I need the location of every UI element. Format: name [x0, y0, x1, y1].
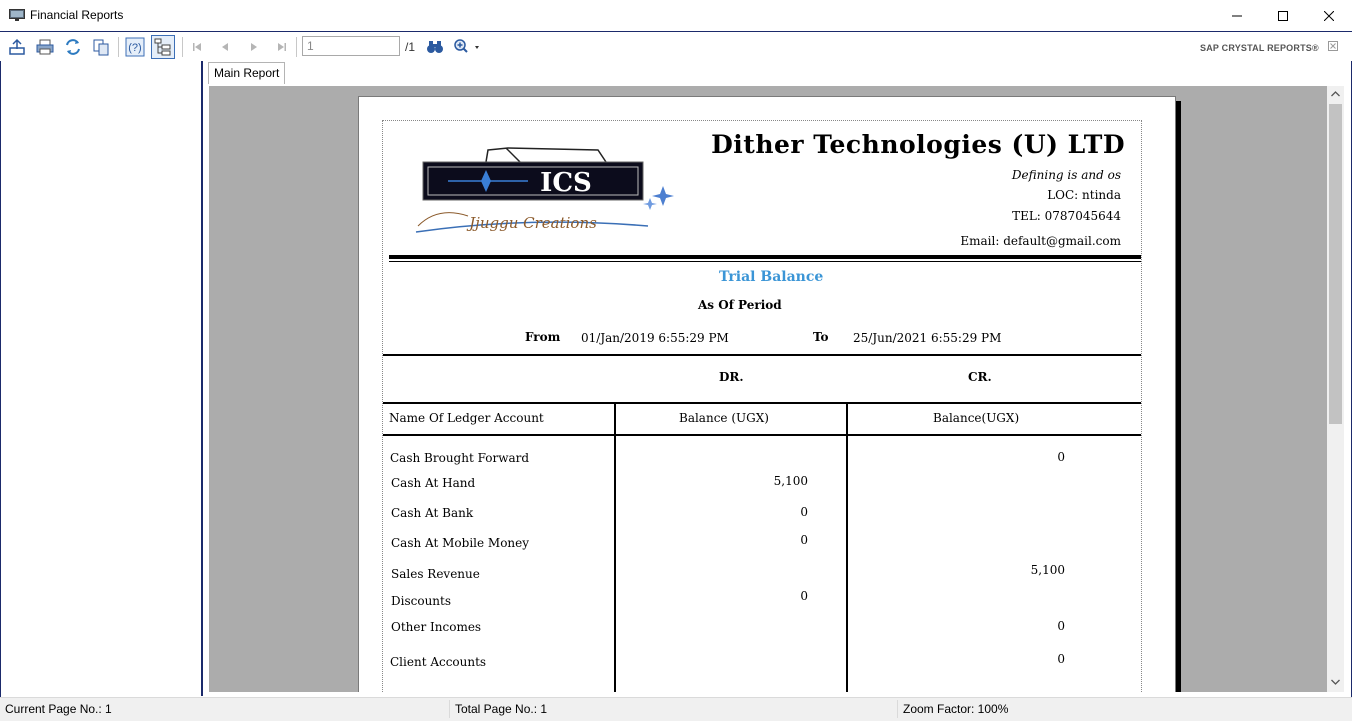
to-label: To	[813, 330, 829, 344]
row-account: Cash At Mobile Money	[391, 536, 530, 550]
report-viewport[interactable]: ICS Jjuggu Creations Dither Technologies…	[209, 86, 1327, 692]
group-tree-icon	[154, 38, 171, 56]
first-page-icon	[193, 43, 201, 51]
next-page-button[interactable]	[243, 36, 265, 58]
last-page-button[interactable]	[271, 36, 293, 58]
export-button[interactable]	[6, 36, 28, 58]
row-account: Cash Brought Forward	[390, 451, 530, 465]
header-rule-thin	[389, 261, 1141, 262]
column-header-cr: Balance(UGX)	[933, 411, 1020, 425]
refresh-icon	[66, 39, 80, 55]
cr-label: CR.	[968, 370, 992, 384]
scrollbar-thumb[interactable]	[1329, 104, 1342, 424]
from-label: From	[525, 330, 561, 344]
column-header-account: Name Of Ledger Account	[389, 411, 544, 425]
zoom-icon	[454, 39, 479, 53]
report-page: ICS Jjuggu Creations Dither Technologies…	[358, 96, 1176, 692]
status-bar: Current Page No.: 1 Total Page No.: 1 Zo…	[0, 697, 1352, 721]
row-cr: 0	[1057, 619, 1065, 633]
first-page-button[interactable]	[186, 36, 208, 58]
column-divider-dr	[614, 403, 616, 692]
report-subtitle: As Of Period	[698, 298, 782, 312]
row-cr: 5,100	[1030, 563, 1065, 577]
row-account: Sales Revenue	[391, 567, 480, 581]
from-value: 01/Jan/2019 6:55:29 PM	[581, 331, 729, 345]
maximize-icon	[1278, 10, 1288, 21]
company-motto: Defining is and os	[1011, 168, 1121, 182]
company-logo: ICS Jjuggu Creations	[415, 147, 674, 233]
scroll-down-icon[interactable]	[1331, 678, 1340, 686]
row-dr: 0	[800, 533, 808, 547]
report-title: Trial Balance	[719, 269, 824, 285]
row-account: Client Accounts	[390, 655, 487, 669]
page-number-input[interactable]	[302, 36, 400, 56]
company-tel: TEL: 0787045644	[1012, 209, 1121, 223]
minimize-button[interactable]	[1214, 0, 1260, 31]
row-dr: 5,100	[773, 474, 808, 488]
close-button[interactable]	[1306, 0, 1352, 31]
company-location: LOC: ntinda	[1047, 188, 1121, 202]
period-rule	[383, 354, 1141, 356]
binoculars-icon	[427, 41, 443, 53]
status-separator	[449, 700, 450, 718]
status-separator	[897, 700, 898, 718]
row-account: Other Incomes	[391, 620, 482, 634]
company-email: Email: default@gmail.com	[960, 234, 1121, 248]
column-divider-cr	[846, 403, 848, 692]
svg-text:(?): (?)	[128, 42, 141, 54]
logo-text: ICS	[540, 168, 592, 198]
close-icon	[1324, 10, 1334, 21]
help-button[interactable]: (?)	[124, 36, 146, 58]
last-page-icon	[278, 43, 286, 51]
dr-label: DR.	[719, 370, 744, 384]
page-total: /1	[405, 40, 416, 54]
prev-page-button[interactable]	[214, 36, 236, 58]
copy-icon	[93, 39, 109, 56]
report-body: ICS Jjuggu Creations Dither Technologies…	[382, 120, 1142, 692]
group-tree-panel[interactable]	[3, 61, 203, 696]
company-name: Dither Technologies (U) LTD	[711, 130, 1125, 159]
status-total-pages: Total Page No.: 1	[455, 702, 548, 716]
maximize-button[interactable]	[1260, 0, 1306, 31]
status-current-page: Current Page No.: 1	[5, 702, 112, 716]
zoom-dropdown-button[interactable]	[452, 36, 484, 58]
minimize-icon	[1232, 15, 1242, 16]
row-cr: 0	[1057, 652, 1065, 666]
logo-script: Jjuggu Creations	[466, 214, 597, 232]
monitor-icon	[9, 9, 25, 21]
to-value: 25/Jun/2021 6:55:29 PM	[853, 331, 1002, 345]
toolbar-separator	[296, 37, 297, 57]
column-header-dr: Balance (UGX)	[679, 411, 769, 425]
column-header-bottom-rule	[383, 434, 1141, 436]
close-view-icon[interactable]	[1328, 41, 1338, 51]
next-page-icon	[251, 43, 257, 51]
brand-label: SAP CRYSTAL REPORTS®	[1200, 43, 1319, 53]
row-account: Cash At Hand	[391, 476, 476, 490]
column-header-top-rule	[383, 402, 1141, 404]
toolbar-separator	[182, 37, 183, 57]
refresh-button[interactable]	[62, 36, 84, 58]
export-icon	[9, 38, 25, 55]
row-account: Discounts	[391, 594, 451, 608]
help-icon: (?)	[125, 37, 145, 57]
row-dr: 0	[800, 505, 808, 519]
window-titlebar: Financial Reports	[0, 0, 1352, 31]
toggle-group-tree-button[interactable]	[151, 35, 175, 59]
toolbar-separator	[118, 37, 119, 57]
print-icon	[36, 39, 54, 55]
window-title: Financial Reports	[30, 8, 124, 22]
find-button[interactable]	[424, 36, 446, 58]
row-dr: 0	[800, 589, 808, 603]
vertical-scrollbar[interactable]	[1327, 86, 1344, 692]
row-account: Cash At Bank	[391, 506, 474, 520]
report-tabstrip: Main Report	[205, 61, 1348, 85]
copy-button[interactable]	[90, 36, 112, 58]
tab-main-report[interactable]: Main Report	[208, 62, 286, 84]
print-button[interactable]	[34, 36, 56, 58]
status-zoom: Zoom Factor: 100%	[903, 702, 1009, 716]
prev-page-icon	[222, 43, 228, 51]
row-cr: 0	[1057, 450, 1065, 464]
header-rule	[389, 255, 1141, 259]
scroll-up-icon[interactable]	[1331, 90, 1340, 98]
